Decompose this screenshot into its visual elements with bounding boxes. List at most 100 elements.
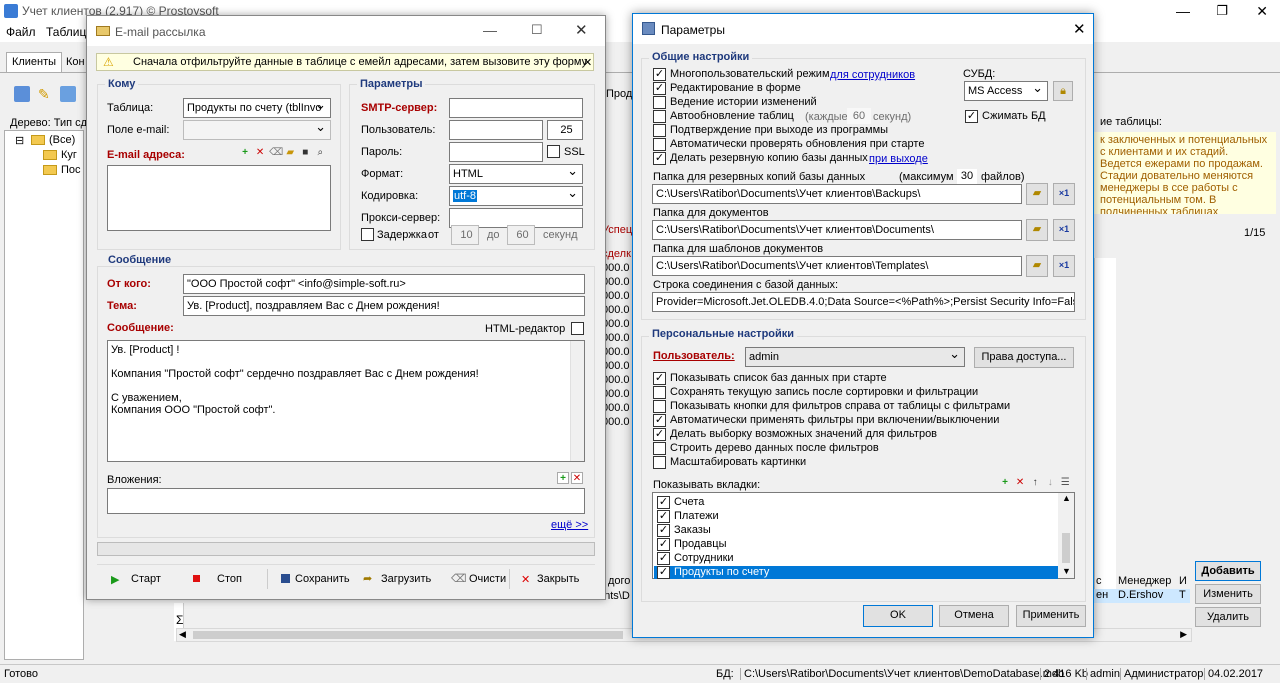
option-build-tree[interactable]: Строить дерево данных после фильтров <box>653 442 879 456</box>
access-rights-button[interactable]: Права доступа... <box>974 347 1074 368</box>
from-input[interactable]: "ООО Простой софт" <info@simple-soft.ru> <box>183 274 585 294</box>
ok-button[interactable]: OK <box>863 605 933 627</box>
history-checkbox[interactable] <box>653 96 666 109</box>
list-icon[interactable]: ☰ <box>1059 477 1071 489</box>
column-header[interactable]: сделк <box>602 248 631 260</box>
edit-form-checkbox[interactable]: ✓ <box>653 82 666 95</box>
tree-expander-icon[interactable]: ⊟ <box>15 134 24 147</box>
scroll-down-icon[interactable]: ▼ <box>1062 566 1071 576</box>
autoupdate-checkbox[interactable] <box>653 110 666 123</box>
menu-file[interactable]: Файл <box>6 25 36 39</box>
message-scrollbar[interactable] <box>570 341 584 461</box>
clear-backup-icon[interactable]: ×1 <box>1053 183 1075 205</box>
backup-option[interactable]: ✓ Делать резервную копию базы данных <box>653 152 868 166</box>
for-staff-link[interactable]: для сотрудников <box>830 69 915 81</box>
scrollbar-thumb[interactable] <box>1062 533 1070 563</box>
delay-to-input[interactable]: 60 <box>507 225 535 245</box>
column-header[interactable]: И <box>1179 575 1187 587</box>
option-show-db-list[interactable]: ✓ Показывать список баз данных при старте <box>653 372 887 386</box>
check-updates-option[interactable]: Автоматически проверять обновления при с… <box>653 138 924 152</box>
build-tree-checkbox[interactable] <box>653 442 666 455</box>
table-row[interactable]: ен D.Ershov Т <box>1094 589 1190 603</box>
browse-docs-icon[interactable]: ▰ <box>1026 219 1048 241</box>
connection-input[interactable]: Provider=Microsoft.Jet.OLEDB.4.0;Data So… <box>652 292 1075 312</box>
eraser-icon[interactable]: ⌫ <box>269 147 283 159</box>
start-button[interactable]: Старт <box>131 573 161 585</box>
show-db-list-checkbox[interactable]: ✓ <box>653 372 666 385</box>
multiuser-checkbox[interactable]: ✓ <box>653 68 666 81</box>
html-editor-checkbox[interactable] <box>571 322 584 335</box>
subject-input[interactable]: Ув. [Product], поздравляем Вас с Днем ро… <box>183 296 585 316</box>
browse-templates-icon[interactable]: ▰ <box>1026 255 1048 277</box>
option-auto-filters[interactable]: ✓ Автоматически применять фильтры при вкл… <box>653 414 999 428</box>
tab-checkbox[interactable]: ✓ <box>657 510 670 523</box>
tab-clients[interactable]: Клиенты <box>6 52 62 72</box>
option-keep-record[interactable]: Сохранять текущую запись после сортировк… <box>653 386 978 400</box>
tab-checkbox[interactable]: ✓ <box>657 538 670 551</box>
compress-option[interactable]: ✓ Сжимать БД <box>965 110 1046 124</box>
close-icon[interactable]: ✕ <box>1256 0 1268 22</box>
tab-checkbox[interactable]: ✓ <box>657 524 670 537</box>
delete-button[interactable]: Удалить <box>1195 607 1261 627</box>
email-field-select[interactable] <box>183 118 331 140</box>
minimize-icon[interactable]: — <box>483 22 497 38</box>
max-files-input[interactable]: 30 <box>957 169 977 184</box>
port-input[interactable]: 25 <box>547 120 583 140</box>
restore-icon[interactable]: ❐ <box>1216 0 1228 22</box>
tab-checkbox[interactable]: ✓ <box>657 496 670 509</box>
history-option[interactable]: Ведение истории изменений <box>653 96 817 110</box>
autoupdate-interval[interactable]: 60 <box>847 108 871 124</box>
column-header[interactable]: дого <box>608 575 630 587</box>
password-input[interactable] <box>449 142 543 162</box>
more-link[interactable]: ещё >> <box>551 519 588 531</box>
user-select[interactable]: admin <box>745 345 965 367</box>
save-icon[interactable]: ■ <box>299 147 311 159</box>
delete-icon[interactable]: ✕ <box>254 147 266 159</box>
tree-panel[interactable]: ⊟ (Все) Куг Пос <box>4 130 84 660</box>
autoupdate-option[interactable]: Автообновление таблиц <box>653 110 794 124</box>
scrollbar-thumb[interactable] <box>193 631 623 639</box>
browse-backup-icon[interactable]: ▰ <box>1026 183 1048 205</box>
column-header[interactable]: Успец <box>602 224 632 236</box>
tree-item[interactable]: Пос <box>61 164 81 176</box>
filter-buttons-checkbox[interactable] <box>653 400 666 413</box>
delay-checkbox[interactable] <box>361 228 374 241</box>
save-button[interactable]: Сохранить <box>295 573 350 585</box>
arrow-up-icon[interactable]: ↑ <box>1029 477 1041 489</box>
grid-cells[interactable]: 000.0 000.0 000.0 000.0 000.0 000.0 000.… <box>602 262 632 582</box>
list-item[interactable]: ✓ Сотрудники <box>657 552 734 566</box>
close-icon[interactable]: ✕ <box>1073 20 1086 38</box>
confirm-exit-checkbox[interactable] <box>653 124 666 137</box>
arrow-down-icon[interactable]: ↓ <box>1044 477 1056 489</box>
add-attachment-icon[interactable]: + <box>557 472 569 484</box>
list-item[interactable]: ✓ Счета <box>657 496 704 510</box>
table-select[interactable]: Продукты по счету (tblInvo <box>183 96 331 118</box>
scroll-left-icon[interactable]: ◀ <box>179 629 186 640</box>
multiuser-option[interactable]: ✓ Многопользовательский режим <box>653 68 830 82</box>
tab-checkbox[interactable]: ✓ <box>657 552 670 565</box>
message-body[interactable]: Ув. [Product] ! Компания "Простой софт" … <box>107 340 585 462</box>
clear-templates-icon[interactable]: ×1 <box>1053 255 1075 277</box>
format-select[interactable]: HTML <box>449 162 583 184</box>
close-button[interactable]: Закрыть <box>537 573 579 585</box>
close-icon[interactable]: ✕ <box>575 21 588 39</box>
compress-checkbox[interactable]: ✓ <box>965 110 978 123</box>
ssl-checkbox[interactable] <box>547 145 560 158</box>
auto-filters-checkbox[interactable]: ✓ <box>653 414 666 427</box>
list-item[interactable]: ✓ Заказы <box>657 524 711 538</box>
scroll-right-icon[interactable]: ▶ <box>1180 629 1187 640</box>
stop-button[interactable]: Стоп <box>217 573 242 585</box>
column-header[interactable]: с <box>1096 575 1102 587</box>
open-folder-icon[interactable]: ▰ <box>284 147 296 159</box>
templates-path-input[interactable]: C:\Users\Ratibor\Documents\Учет клиентов… <box>652 256 1022 276</box>
search-icon[interactable]: ⌕ <box>314 147 326 159</box>
list-item[interactable]: ✓ Продавцы <box>657 538 727 552</box>
option-filter-values[interactable]: ✓ Делать выборку возможных значений для ф… <box>653 428 937 442</box>
edit-pencil-icon[interactable]: ✎ <box>38 86 54 102</box>
option-filter-buttons[interactable]: Показывать кнопки для фильтров справа от… <box>653 400 1010 414</box>
lock-icon[interactable]: 🔒︎ <box>1053 81 1073 101</box>
add-button[interactable]: Добавить <box>1195 561 1261 581</box>
clear-docs-icon[interactable]: ×1 <box>1053 219 1075 241</box>
email-addresses-list[interactable] <box>107 165 331 231</box>
edit-button[interactable]: Изменить <box>1195 584 1261 604</box>
